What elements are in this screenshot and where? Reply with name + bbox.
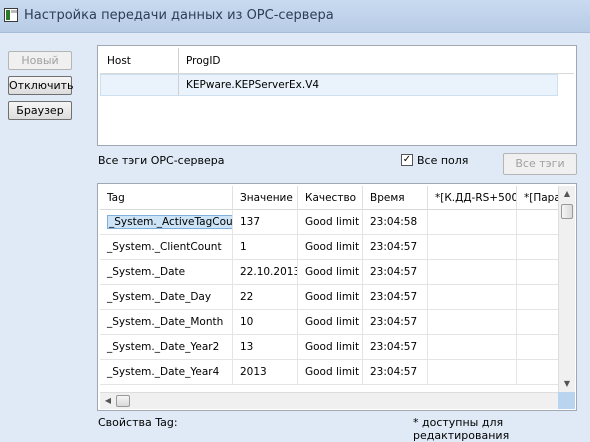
host-grid[interactable]: Host ProgID KEPware.KEPServerEx.V4 [97,45,577,146]
value-cell: 22.10.2013 [233,260,298,285]
tag-cell[interactable]: _System._ActiveTagCount [100,210,233,235]
param-cell[interactable] [517,260,558,285]
all-tags-label: Все тэги OPC-сервера [98,154,225,167]
table-row[interactable]: _System._Date_Month 10 Good limit ok 23:… [100,310,558,335]
table-row[interactable]: _System._Date_Year4 2013 Good limit ok 2… [100,360,558,385]
tag-cell[interactable]: _System._Date_Year4 [100,360,233,385]
time-cell: 23:04:57 [363,310,428,335]
app-window-icon [4,8,18,22]
table-row[interactable]: _System._Date_Year2 13 Good limit ok 23:… [100,335,558,360]
tag-properties-label: Свойства Tag: [98,416,178,429]
all-fields-label: Все поля [417,154,469,167]
value-cell: 137 [233,210,298,235]
table-row[interactable]: _System._Date_Day 22 Good limit ok 23:04… [100,285,558,310]
table-row[interactable]: _System._ClientCount 1 Good limit ok 23:… [100,235,558,260]
browser-button[interactable]: Браузер [8,101,72,120]
progid-cell: KEPware.KEPServerEx.V4 [186,79,320,91]
time-cell: 23:04:57 [363,235,428,260]
column-header-param[interactable]: *[Парам [517,186,558,210]
column-header-host[interactable]: Host [100,48,178,74]
table-row[interactable]: _System._Date 22.10.2013 Good limit ok 2… [100,260,558,285]
new-button[interactable]: Новый [8,51,72,70]
tag-grid-body: _System._ActiveTagCount 137 Good limit o… [100,210,558,390]
kdd-cell[interactable] [428,335,517,360]
tag-grid-header: Tag Значение Качество Время *[К.ДД-RS+50… [100,186,558,210]
column-header-time[interactable]: Время [363,186,428,210]
host-cell [101,75,178,95]
value-cell: 1 [233,235,298,260]
param-cell[interactable] [517,360,558,385]
quality-cell: Good limit ok [298,360,363,385]
horizontal-scrollbar[interactable]: ◀ [100,392,558,409]
tag-cell[interactable]: _System._ClientCount [100,235,233,260]
horizontal-scroll-thumb[interactable] [116,395,130,407]
quality-cell: Good limit ok [298,285,363,310]
kdd-cell[interactable] [428,210,517,235]
all-fields-checkbox[interactable]: ✓ [401,154,413,166]
time-cell: 23:04:58 [363,210,428,235]
table-row[interactable]: _System._ActiveTagCount 137 Good limit o… [100,210,558,235]
kdd-cell[interactable] [428,260,517,285]
scroll-left-arrow-icon[interactable]: ◀ [100,393,116,409]
scroll-down-arrow-icon[interactable]: ▼ [559,376,575,392]
quality-cell: Good limit ok [298,260,363,285]
tag-grid[interactable]: Tag Значение Качество Время *[К.ДД-RS+50… [97,183,577,411]
all-tags-button[interactable]: Все тэги [503,153,577,175]
tag-cell[interactable]: _System._Date_Year2 [100,335,233,360]
kdd-cell[interactable] [428,235,517,260]
time-cell: 23:04:57 [363,260,428,285]
tag-cell[interactable]: _System._Date_Month [100,310,233,335]
scroll-up-arrow-icon[interactable]: ▲ [559,186,575,202]
column-header-tag[interactable]: Tag [100,186,233,210]
host-grid-header: Host ProgID [100,48,574,74]
kdd-cell[interactable] [428,285,517,310]
time-cell: 23:04:57 [363,360,428,385]
time-cell: 23:04:57 [363,335,428,360]
host-row[interactable]: KEPware.KEPServerEx.V4 [100,74,558,96]
vertical-scroll-thumb[interactable] [561,204,573,219]
column-header-quality[interactable]: Качество [298,186,363,210]
param-cell[interactable] [517,335,558,360]
quality-cell: Good limit ok [298,210,363,235]
window-title: Настройка передачи данных из OPC-сервера [24,8,334,23]
editable-note: * доступны для редактирования [413,416,510,442]
quality-cell: Good limit ok [298,235,363,260]
column-header-value[interactable]: Значение [233,186,298,210]
value-cell: 22 [233,285,298,310]
column-header-progid[interactable]: ProgID [179,48,559,74]
kdd-cell[interactable] [428,360,517,385]
title-bar: Настройка передачи данных из OPC-сервера [0,0,590,33]
param-cell[interactable] [517,285,558,310]
quality-cell: Good limit ok [298,310,363,335]
column-header-kdd-rs500[interactable]: *[К.ДД-RS+500] [428,186,517,210]
tag-cell[interactable]: _System._Date [100,260,233,285]
quality-cell: Good limit ok [298,335,363,360]
param-cell[interactable] [517,310,558,335]
value-cell: 10 [233,310,298,335]
value-cell: 2013 [233,360,298,385]
param-cell[interactable] [517,235,558,260]
disconnect-button[interactable]: Отключить [8,76,74,95]
vertical-scrollbar[interactable]: ▲ ▼ [558,186,575,392]
tag-cell[interactable]: _System._Date_Day [100,285,233,310]
scrollbar-corner [558,392,575,409]
param-cell[interactable] [517,210,558,235]
time-cell: 23:04:57 [363,285,428,310]
value-cell: 13 [233,335,298,360]
kdd-cell[interactable] [428,310,517,335]
